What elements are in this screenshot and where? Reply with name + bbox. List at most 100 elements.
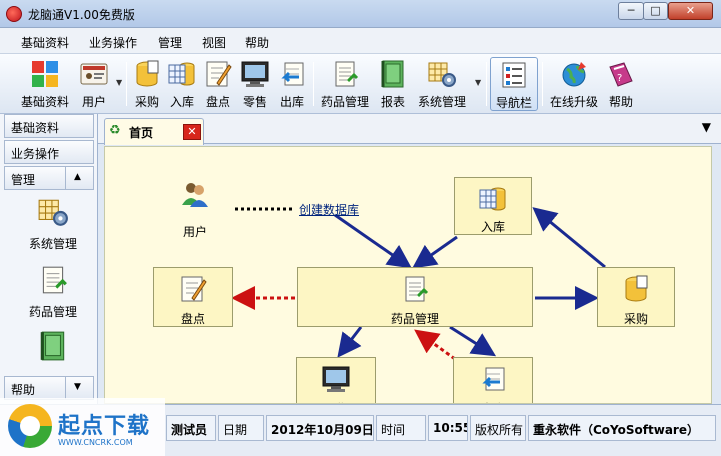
status-time-label: 时间	[376, 415, 426, 441]
status-user: 测试员	[166, 415, 216, 441]
table-cylinder-icon	[168, 62, 195, 86]
status-date-label: 日期	[218, 415, 264, 441]
system-dropdown-arrow-icon[interactable]: ▼	[475, 78, 481, 87]
globe-upgrade-icon	[562, 62, 586, 87]
toolbar-separator	[126, 62, 127, 106]
toolbar-online-upgrade-button[interactable]: 在线升级	[546, 57, 602, 111]
maximize-button[interactable]: □	[643, 2, 668, 20]
green-book-icon	[381, 60, 404, 88]
toolbar-purchase-button[interactable]: 采购	[131, 57, 163, 111]
toolbar-drug-management-button[interactable]: 药品管理	[318, 57, 372, 111]
sidebar-header-business[interactable]: 业务操作	[4, 140, 94, 164]
document-arrow-icon	[335, 61, 359, 87]
flow-arrow	[334, 213, 412, 269]
home-flow-canvas: 用户 创建数据库 入库 盘点 药品管理 采购	[104, 146, 712, 404]
flow-dashed-arrow	[414, 329, 456, 361]
sidebar-header-manage[interactable]: 管理 ▲	[4, 166, 94, 190]
sidebar-header-label: 管理	[11, 173, 36, 187]
window-title: 龙脑通V1.00免费版	[28, 8, 135, 22]
scroll-down-icon[interactable]: ▼	[65, 377, 89, 399]
toolbar-separator	[542, 62, 543, 106]
status-copyright-label: 版权所有	[470, 415, 526, 441]
user-card-icon	[80, 63, 108, 85]
node-label: 用户	[182, 225, 207, 239]
sidebar-header-label: 帮助	[11, 383, 36, 397]
create-database-link[interactable]: 创建数据库	[299, 201, 359, 218]
menu-manage[interactable]: 管理	[158, 34, 182, 51]
status-company: 重永软件（CoYoSoftware）	[528, 415, 716, 441]
database-cylinder-icon	[136, 60, 159, 87]
flow-node-inventory[interactable]: 盘点	[153, 267, 233, 327]
watermark-name: 起点下载	[58, 414, 151, 439]
title-bar: 龙脑通V1.00免费版 ─ □ ✕	[0, 0, 721, 28]
sidebar-item-drug-management[interactable]: 药品管理	[10, 264, 96, 320]
monitor-icon	[322, 366, 350, 392]
checklist-pencil-icon	[206, 61, 232, 87]
tab-close-button[interactable]: ✕	[183, 124, 201, 140]
tab-label: 首页	[129, 126, 154, 140]
svg-text:?: ?	[617, 73, 622, 84]
node-label: 盘点	[180, 312, 205, 326]
monitor-icon	[241, 61, 269, 87]
flow-arrow	[449, 325, 497, 357]
flow-node-purchase[interactable]: 采购	[597, 267, 675, 327]
sidebar-item-system-management[interactable]: 系统管理	[10, 196, 96, 252]
green-book-icon	[40, 331, 65, 361]
table-cylinder-icon	[479, 187, 506, 211]
status-time: 10:55	[428, 415, 468, 441]
flow-node-inbound[interactable]: 入库	[454, 177, 532, 235]
document-arrow-icon	[42, 266, 67, 294]
menu-help[interactable]: 帮助	[245, 34, 269, 51]
toolbar-separator	[313, 62, 314, 106]
flow-node-retail[interactable]: 零售	[296, 357, 376, 403]
database-cylinder-icon	[625, 275, 648, 302]
toolbar-inventory-button[interactable]: 盘点	[202, 57, 234, 111]
toolbar-inbound-button[interactable]: 入库	[166, 57, 198, 111]
user-dropdown-arrow-icon[interactable]: ▼	[116, 78, 122, 87]
tab-home[interactable]: ♻ 首页 ✕	[104, 118, 204, 145]
site-watermark: 起点下载 WWW.CNCRK.COM	[0, 398, 165, 456]
recycle-icon: ♻	[109, 123, 121, 138]
menu-view[interactable]: 视图	[202, 34, 226, 51]
menu-basic-data[interactable]: 基础资料	[21, 34, 69, 51]
document-arrow-icon	[405, 276, 429, 302]
toolbar-retail-button[interactable]: 零售	[238, 57, 272, 111]
flow-arrow	[412, 235, 458, 269]
flow-arrow	[532, 207, 606, 269]
toolbar-outbound-button[interactable]: 出库	[276, 57, 308, 111]
flow-node-drug-management[interactable]: 药品管理	[297, 267, 533, 327]
toolbar-basic-data-button[interactable]: 基础资料	[16, 57, 74, 111]
tab-list-dropdown-icon[interactable]: ▼	[702, 120, 711, 134]
sidebar-item-report[interactable]: 报表	[10, 330, 96, 370]
flow-node-outbound[interactable]: 出库	[453, 357, 533, 403]
grid-blocks-icon	[32, 61, 58, 87]
tab-strip: ♻ 首页 ✕ ▼	[98, 114, 721, 145]
flow-node-user[interactable]: 用户	[161, 173, 229, 239]
app-logo-icon	[6, 6, 22, 22]
flow-arrow	[337, 326, 363, 358]
toolbar-system-management-button[interactable]: 系统管理	[414, 57, 470, 111]
sidebar-header-basic-data[interactable]: 基础资料	[4, 114, 94, 138]
close-button[interactable]: ✕	[668, 2, 713, 20]
menu-bar: 基础资料 业务操作 管理 视图 帮助	[0, 28, 721, 54]
sidebar-header-help[interactable]: 帮助 ▼	[4, 376, 94, 400]
help-book-icon: ?	[609, 62, 633, 87]
scroll-up-icon[interactable]: ▲	[65, 167, 89, 189]
toolbar-help-button[interactable]: ? 帮助	[606, 57, 636, 111]
node-label: 采购	[623, 312, 648, 326]
sidebar: 基础资料 业务操作 管理 ▲ 系统管理 药品管理 报表 帮助 ▼	[0, 114, 98, 404]
gear-table-icon	[428, 62, 456, 87]
toolbar-report-button[interactable]: 报表	[376, 57, 410, 111]
toolbar-navigation-button[interactable]: 导航栏	[490, 57, 538, 111]
checklist-pencil-icon	[181, 276, 207, 302]
toolbar-user-button[interactable]: 用户	[76, 57, 112, 111]
gear-table-icon	[38, 199, 68, 226]
node-label: 入库	[480, 220, 505, 234]
menu-business[interactable]: 业务操作	[89, 34, 137, 51]
toolbar-separator	[486, 62, 487, 106]
return-arrow-icon	[281, 62, 304, 86]
minimize-button[interactable]: ─	[618, 2, 644, 20]
navigation-list-icon	[502, 62, 526, 88]
watermark-logo-icon	[8, 404, 52, 448]
toolbar: 基础资料 用户 ▼ 采购 入库 盘点 零售 出库 药品管理 报表 系统管理 ▼ …	[0, 54, 721, 114]
